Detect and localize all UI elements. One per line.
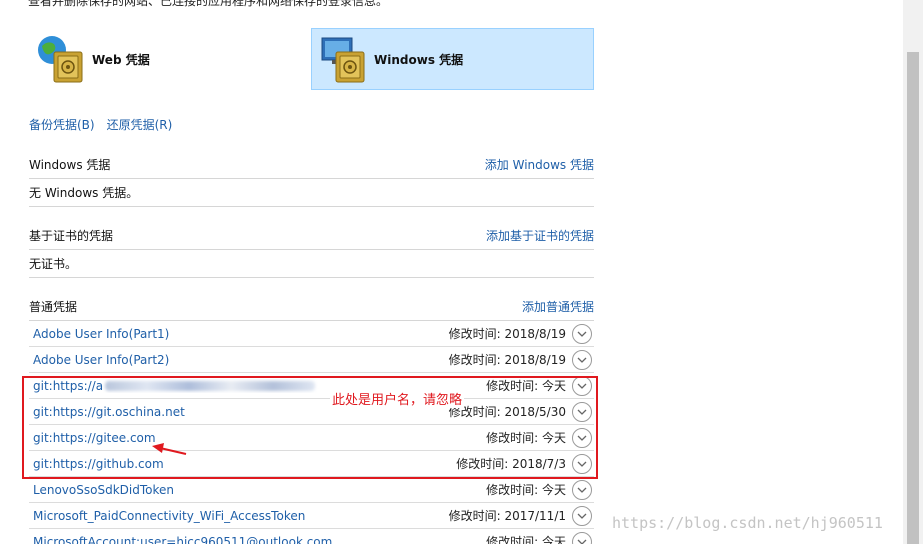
credential-modified: 修改时间: 2018/7/3 [456,457,566,471]
credential-name: Adobe User Info(Part1) [33,326,170,341]
credential-modified: 修改时间: 2018/8/19 [448,353,566,367]
credential-row[interactable]: LenovoSsoSdkDidToken 修改时间: 今天 [29,477,594,503]
credential-name: Microsoft_PaidConnectivity_WiFi_AccessTo… [33,508,306,523]
credential-row[interactable]: git:https://github.com 修改时间: 2018/7/3 [29,451,594,477]
redacted-username [105,381,316,391]
chevron-down-icon[interactable] [572,427,592,448]
web-vault-icon [34,32,88,86]
generic-credentials-header: 普通凭据 添加普通凭据 [29,293,594,321]
credential-modified: 修改时间: 2018/8/19 [448,327,566,341]
chevron-down-icon[interactable] [572,349,592,370]
windows-credentials-empty: 无 Windows 凭据。 [29,179,594,207]
windows-vault-icon [316,32,370,86]
page-description: 查看并删除保存的网站、已连接的应用程序和网络保存的登录信息。 [28,0,389,8]
restore-credentials-link[interactable]: 还原凭据(R) [107,116,173,133]
chevron-down-icon[interactable] [572,323,592,344]
section-title: 普通凭据 [29,300,78,314]
backup-credentials-link[interactable]: 备份凭据(B) [29,116,95,133]
web-credentials-tab[interactable]: Web 凭据 [30,28,300,90]
chevron-down-icon[interactable] [572,531,592,544]
credential-row[interactable]: Microsoft_PaidConnectivity_WiFi_AccessTo… [29,503,594,529]
web-credentials-label: Web 凭据 [92,52,150,67]
add-generic-credential-link[interactable]: 添加普通凭据 [522,298,594,315]
windows-credentials-label: Windows 凭据 [374,52,464,67]
section-title: Windows 凭据 [29,158,111,172]
credential-modified: 修改时间: 2017/11/1 [448,509,566,523]
credential-modified: 修改时间: 今天 [486,431,566,445]
credential-row[interactable]: git:https://a 修改时间: 今天 [29,373,594,399]
credential-modified: 修改时间: 今天 [486,483,566,497]
certificate-credentials-header: 基于证书的凭据 添加基于证书的凭据 [29,222,594,250]
credential-modified: 修改时间: 今天 [486,535,566,544]
credential-row[interactable]: Adobe User Info(Part2) 修改时间: 2018/8/19 [29,347,594,373]
windows-credentials-tab[interactable]: Windows 凭据 [311,28,594,90]
credential-name: git:https://github.com [33,456,164,471]
credential-modified: 修改时间: 今天 [486,379,566,393]
annotation-note: 此处是用户名，请忽略 [330,389,465,408]
credential-row[interactable]: Adobe User Info(Part1) 修改时间: 2018/8/19 [29,321,594,347]
scrollbar-thumb[interactable] [907,52,919,544]
credential-row[interactable]: git:https://git.oschina.net 修改时间: 2018/5… [29,399,594,425]
chevron-down-icon[interactable] [572,453,592,474]
chevron-down-icon[interactable] [572,401,592,422]
watermark: https://blog.csdn.net/hj960511 [612,514,883,532]
credential-row[interactable]: MicrosoftAccount:user=hjcc960511@outlook… [29,529,594,544]
section-title: 基于证书的凭据 [29,229,114,243]
credential-name: git:https://gitee.com [33,430,156,445]
credential-row[interactable]: git:https://gitee.com 修改时间: 今天 [29,425,594,451]
certificate-credentials-empty: 无证书。 [29,250,594,278]
credential-name: MicrosoftAccount:user=hjcc960511@outlook… [33,534,333,544]
add-certificate-credential-link[interactable]: 添加基于证书的凭据 [486,227,594,244]
windows-credentials-header: Windows 凭据 添加 Windows 凭据 [29,151,594,179]
chevron-down-icon[interactable] [572,505,592,526]
add-windows-credential-link[interactable]: 添加 Windows 凭据 [485,156,594,173]
chevron-down-icon[interactable] [572,375,592,396]
credential-name: LenovoSsoSdkDidToken [33,482,174,497]
credential-modified: 修改时间: 2018/5/30 [448,405,566,419]
credential-name-text: git:https://a [33,378,104,393]
annotation-arrow-icon [152,443,187,455]
credential-name: Adobe User Info(Part2) [33,352,170,367]
chevron-down-icon[interactable] [572,479,592,500]
